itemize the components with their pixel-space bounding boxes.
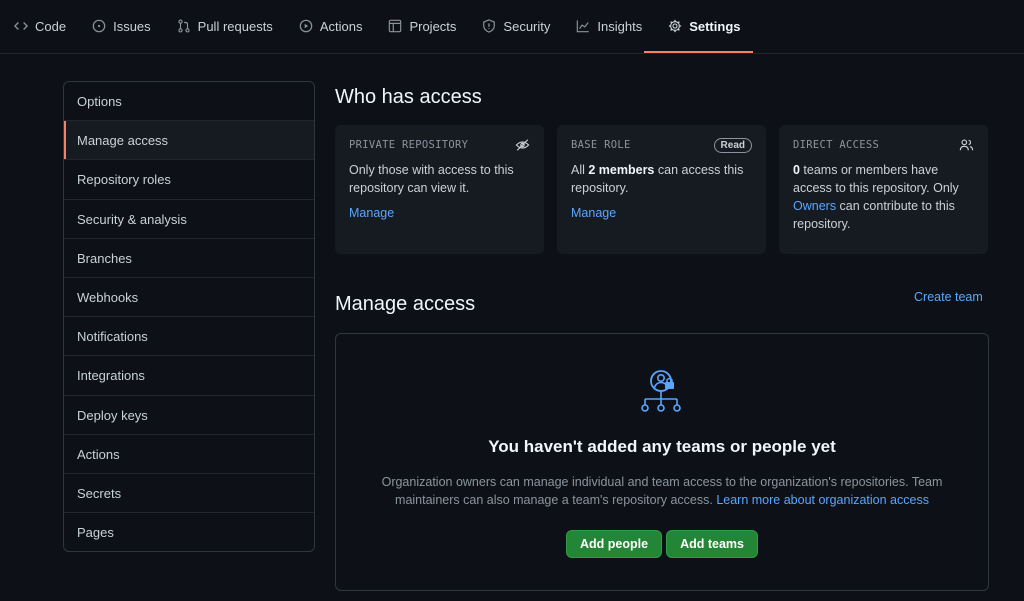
project-icon [389, 19, 402, 33]
org-access-icon [641, 370, 681, 412]
sidebar-item-webhooks[interactable]: Webhooks [64, 278, 314, 318]
tab-code[interactable]: Code [14, 0, 78, 53]
tab-label: Settings [689, 18, 741, 34]
create-team-link[interactable]: Create team [914, 290, 983, 304]
sidebar-item-branches[interactable]: Branches [64, 239, 314, 278]
tab-label: Actions [319, 18, 363, 34]
tab-settings[interactable]: Settings [644, 0, 753, 53]
learn-more-link[interactable]: Learn more about organization access [716, 493, 929, 507]
sidebar-item-security-analysis[interactable]: Security & analysis [64, 200, 314, 239]
tab-label: Code [35, 18, 67, 34]
owners-link[interactable]: Owners [793, 199, 836, 213]
card-text: 0 teams or members have access to this r… [793, 163, 959, 231]
role-badge: Read [713, 138, 752, 153]
sidebar-item-secrets[interactable]: Secrets [64, 474, 314, 514]
shield-icon [483, 19, 496, 33]
tab-security[interactable]: Security [482, 0, 562, 53]
add-teams-button[interactable]: Add teams [666, 530, 758, 558]
card-title: DIRECT ACCESS [793, 139, 880, 151]
sidebar-item-manage-access[interactable]: Manage access [64, 121, 314, 161]
tab-label: Security [503, 18, 551, 34]
settings-sidebar: Options Manage access Repository roles S… [63, 81, 315, 552]
eye-closed-icon [515, 139, 530, 151]
issue-icon [92, 19, 106, 33]
sidebar-item-options[interactable]: Options [64, 82, 314, 122]
tab-label: Issues [113, 18, 151, 34]
sidebar-item-pages[interactable]: Pages [64, 513, 314, 551]
add-people-button[interactable]: Add people [566, 530, 663, 558]
empty-state-description: Organization owners can manage individua… [381, 475, 943, 507]
card-text: Only those with access to this repositor… [349, 163, 514, 195]
sidebar-item-repository-roles[interactable]: Repository roles [64, 160, 314, 200]
tab-label: Insights [597, 18, 643, 34]
tab-insights[interactable]: Insights [576, 0, 654, 53]
play-icon [299, 19, 313, 33]
who-has-access-heading: Who has access [335, 86, 482, 108]
private-repository-card: PRIVATE REPOSITORY Only those with acces… [335, 125, 544, 254]
direct-access-card: DIRECT ACCESS 0 teams or members have ac… [779, 125, 988, 254]
empty-state-title: You haven't added any teams or people ye… [488, 437, 836, 456]
sidebar-item-deploy-keys[interactable]: Deploy keys [64, 396, 314, 435]
tab-projects[interactable]: Projects [388, 0, 468, 53]
empty-state: You haven't added any teams or people ye… [335, 333, 989, 591]
tab-issues[interactable]: Issues [92, 0, 163, 53]
pull-request-icon [178, 19, 190, 33]
sidebar-item-actions[interactable]: Actions [64, 435, 314, 474]
code-icon [14, 22, 28, 30]
people-icon [959, 139, 974, 151]
graph-icon [577, 20, 590, 33]
manage-link[interactable]: Manage [571, 206, 616, 220]
sidebar-item-notifications[interactable]: Notifications [64, 317, 314, 357]
gear-icon [669, 19, 682, 33]
card-text: All 2 members can access this repository… [571, 163, 744, 195]
tab-actions[interactable]: Actions [299, 0, 375, 53]
card-title: PRIVATE REPOSITORY [349, 139, 469, 151]
repo-nav: Code Issues Pull requests Actions Projec… [0, 0, 1024, 54]
sidebar-item-integrations[interactable]: Integrations [64, 356, 314, 396]
manage-link[interactable]: Manage [349, 206, 394, 220]
base-role-card: BASE ROLE Read All 2 members can access … [557, 125, 766, 254]
tab-label: Projects [409, 18, 457, 34]
tab-pull-requests[interactable]: Pull requests [177, 0, 285, 53]
tab-label: Pull requests [197, 18, 273, 34]
empty-state-actions: Add people Add teams [336, 530, 988, 558]
manage-access-heading: Manage access [335, 293, 476, 315]
